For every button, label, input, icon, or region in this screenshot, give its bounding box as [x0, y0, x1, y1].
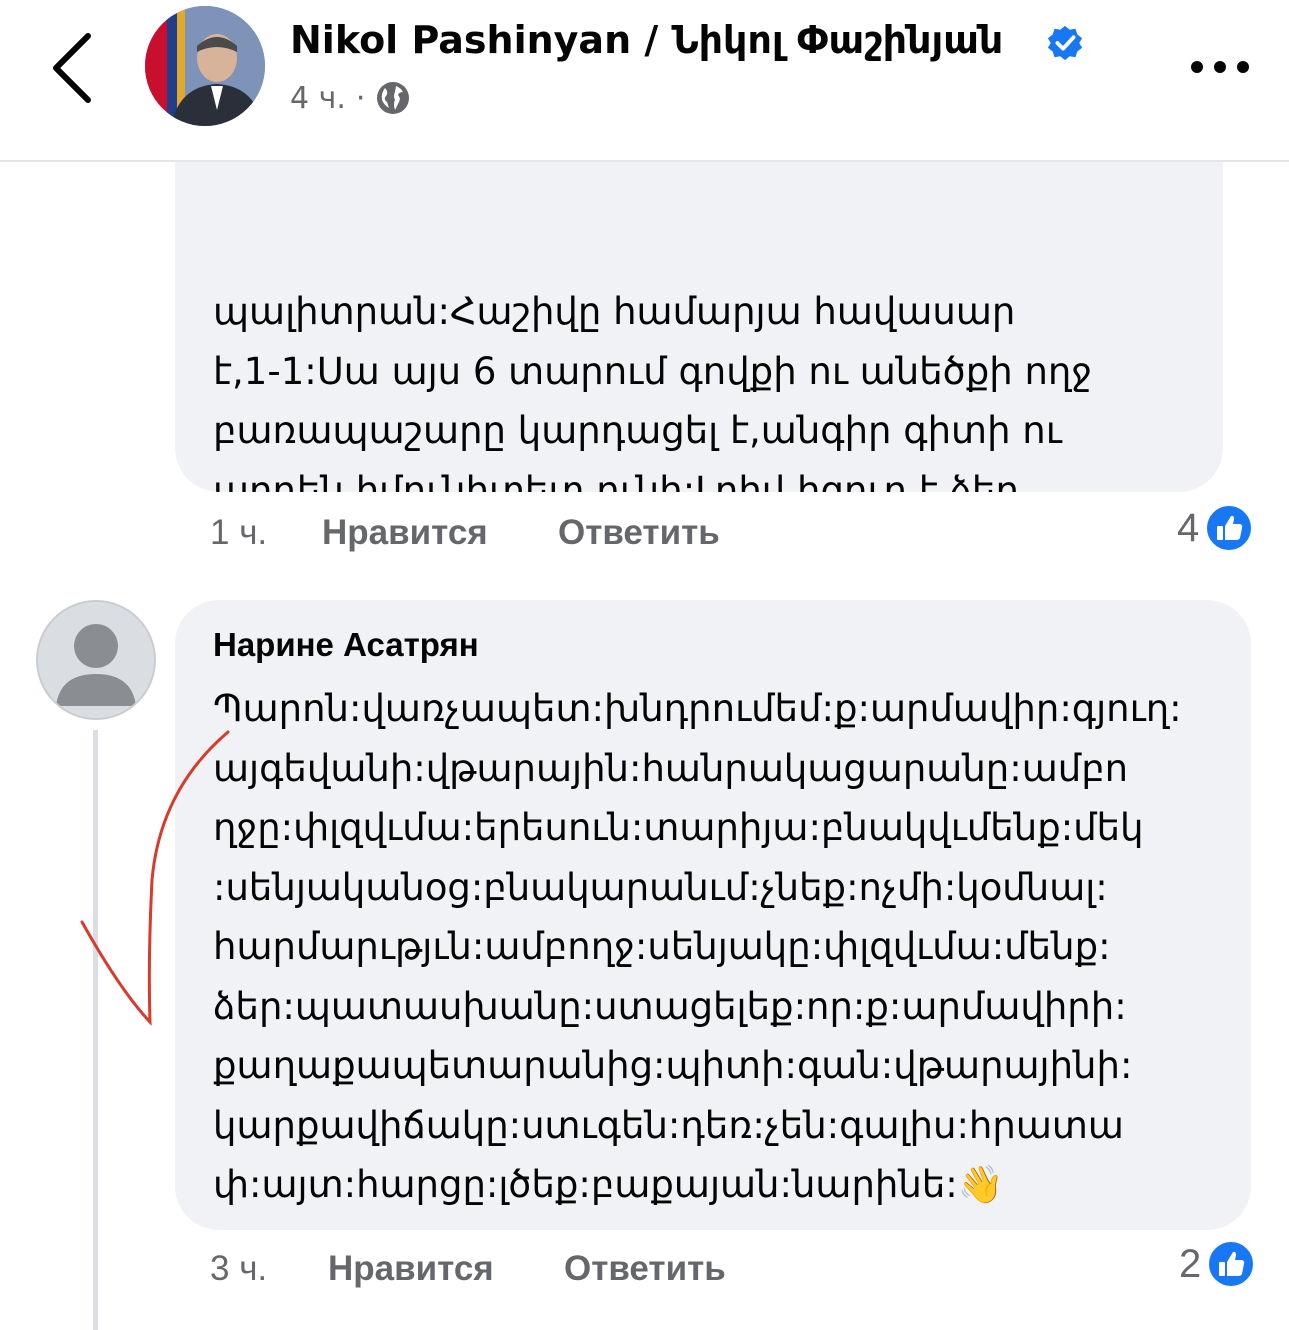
post-meta: 4 ч. · [290, 80, 411, 116]
meta-separator: · [355, 80, 366, 116]
commenter-avatar[interactable] [36, 600, 156, 720]
comment-text: Պարոն:վառչապետ:խնդրումեմ:ք:արմավիր:գյուղ… [213, 687, 1182, 1206]
thread-line [93, 730, 98, 1330]
post-time[interactable]: 4 ч. [290, 81, 346, 116]
comment-actions: 1 ч. Нравится Ответить [210, 513, 720, 553]
reaction-count: 2 [1179, 1241, 1202, 1286]
verified-badge-icon [1047, 25, 1083, 61]
comment-time[interactable]: 3 ч. [210, 1249, 328, 1289]
page-avatar[interactable] [145, 6, 265, 126]
post-header: Nikol Pashinyan / Նիկոլ Փաշինյան 4 ч. · [0, 0, 1289, 162]
chevron-left-icon [53, 33, 91, 103]
like-button[interactable]: Нравится [328, 1249, 564, 1289]
back-button[interactable] [40, 28, 110, 108]
page-name[interactable]: Nikol Pashinyan / Նիկոլ Փաշինյան [290, 18, 1003, 62]
comment-bubble[interactable]: Нарине Асатрян Պարոն:վառչապետ:խնդրումեմ:… [175, 600, 1251, 1230]
like-reaction-icon [1207, 1240, 1256, 1288]
more-dots-icon [1191, 61, 1249, 73]
like-button[interactable]: Нравится [322, 513, 558, 553]
default-avatar-icon [38, 602, 154, 718]
like-reaction-icon [1205, 504, 1254, 552]
more-options-button[interactable] [1185, 52, 1255, 82]
comment-time[interactable]: 1 ч. [210, 513, 322, 553]
reaction-count: 4 [1177, 505, 1200, 550]
comment-actions: 3 ч. Нравится Ответить [210, 1249, 726, 1289]
reply-button[interactable]: Ответить [564, 1249, 726, 1289]
reaction-summary[interactable]: 2 [1179, 1240, 1256, 1288]
comment-text: պալիտրան:Հաշիվը համարյա հավասար է,1-1:Սա… [213, 290, 1093, 492]
globe-icon [377, 82, 410, 114]
reaction-summary[interactable]: 4 [1177, 504, 1254, 552]
comment-author[interactable]: Нарине Асатрян [213, 626, 479, 664]
profile-photo [145, 6, 265, 126]
reply-button[interactable]: Ответить [558, 513, 720, 553]
